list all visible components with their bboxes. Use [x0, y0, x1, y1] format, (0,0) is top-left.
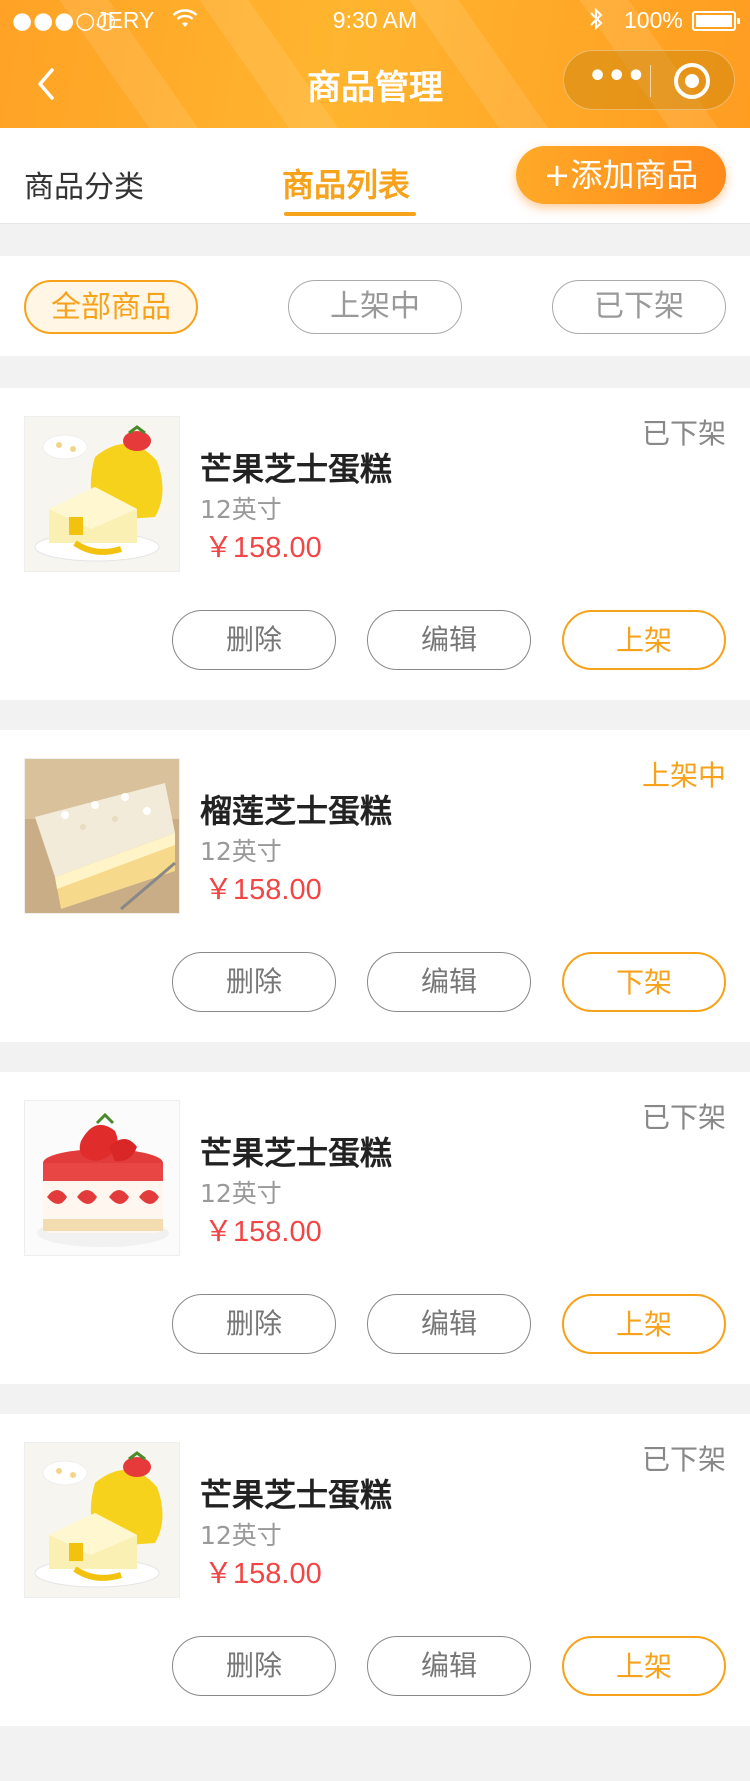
status-bar: ●●●○○ JERY 9:30 AM 100% — [0, 0, 750, 40]
miniprogram-capsule: ••• — [563, 50, 735, 110]
active-tab-indicator — [284, 212, 416, 216]
product-price: ￥158.00 — [204, 1558, 322, 1590]
close-miniprogram-icon[interactable] — [674, 63, 710, 99]
product-price: ￥158.00 — [204, 1216, 322, 1248]
tab-product-list[interactable]: 商品列表 — [282, 160, 410, 206]
product-spec: 12英寸 — [200, 495, 282, 524]
list-on-sale-button[interactable]: 上架 — [562, 1294, 726, 1354]
product-name: 芒果芝士蛋糕 — [200, 1476, 393, 1514]
delete-button[interactable]: 删除 — [172, 1294, 336, 1354]
product-status: 已下架 — [641, 417, 726, 450]
delete-button[interactable]: 删除 — [172, 610, 336, 670]
tab-category[interactable]: 商品分类 — [24, 162, 144, 206]
product-spec: 12英寸 — [200, 837, 282, 866]
app-header: ●●●○○ JERY 9:30 AM 100% 商品管理 ••• — [0, 0, 750, 128]
product-status: 上架中 — [641, 759, 726, 792]
product-spec: 12英寸 — [200, 1179, 282, 1208]
product-price: ￥158.00 — [204, 532, 322, 564]
filter-off-sale[interactable]: 已下架 — [552, 280, 726, 334]
take-off-sale-button[interactable]: 下架 — [562, 952, 726, 1012]
delete-button[interactable]: 删除 — [172, 952, 336, 1012]
product-status: 已下架 — [641, 1101, 726, 1134]
product-name: 榴莲芝士蛋糕 — [200, 792, 393, 830]
battery-percent: 100% — [624, 7, 683, 33]
product-status: 已下架 — [641, 1443, 726, 1476]
product-image-mango[interactable] — [24, 416, 180, 572]
more-icon[interactable]: ••• — [588, 59, 646, 99]
product-card: 芒果芝士蛋糕 12英寸 ￥158.00 已下架 删除 编辑 上架 — [0, 1414, 750, 1726]
product-name: 芒果芝士蛋糕 — [200, 1134, 393, 1172]
edit-button[interactable]: 编辑 — [367, 1636, 531, 1696]
edit-button[interactable]: 编辑 — [367, 610, 531, 670]
filter-all[interactable]: 全部商品 — [24, 280, 198, 334]
edit-button[interactable]: 编辑 — [367, 1294, 531, 1354]
product-name: 芒果芝士蛋糕 — [200, 450, 393, 488]
product-image-mango[interactable] — [24, 1442, 180, 1598]
product-card: 榴莲芝士蛋糕 12英寸 ￥158.00 上架中 删除 编辑 下架 — [0, 730, 750, 1042]
edit-button[interactable]: 编辑 — [367, 952, 531, 1012]
product-card: 芒果芝士蛋糕 12英寸 ￥158.00 已下架 删除 编辑 上架 — [0, 1072, 750, 1384]
product-card: 芒果芝士蛋糕 12英寸 ￥158.00 已下架 删除 编辑 上架 — [0, 388, 750, 700]
list-on-sale-button[interactable]: 上架 — [562, 610, 726, 670]
bluetooth-icon — [588, 7, 604, 37]
capsule-divider — [650, 65, 651, 97]
product-spec: 12英寸 — [200, 1521, 282, 1550]
filter-on-sale[interactable]: 上架中 — [288, 280, 462, 334]
product-image-durian[interactable] — [24, 758, 180, 914]
tab-bar: 商品分类 商品列表 +添加商品 — [0, 128, 750, 224]
status-filter-bar: 全部商品 上架中 已下架 — [0, 256, 750, 356]
list-on-sale-button[interactable]: 上架 — [562, 1636, 726, 1696]
delete-button[interactable]: 删除 — [172, 1636, 336, 1696]
product-price: ￥158.00 — [204, 874, 322, 906]
add-product-button[interactable]: +添加商品 — [516, 146, 726, 204]
product-image-strawberry[interactable] — [24, 1100, 180, 1256]
battery-icon — [692, 11, 740, 31]
